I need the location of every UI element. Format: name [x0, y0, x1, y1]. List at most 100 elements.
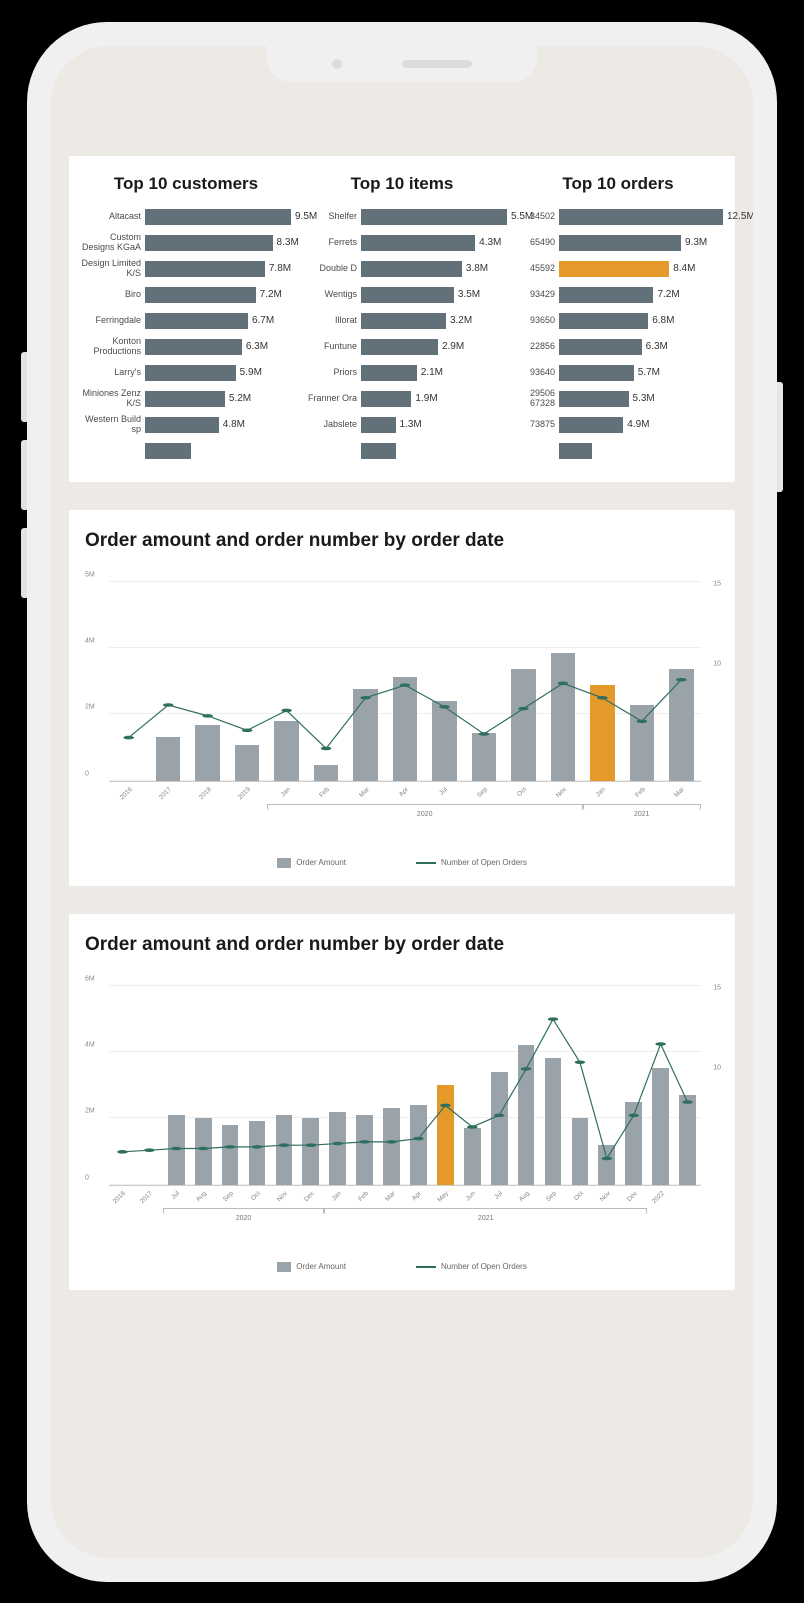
top10-customers-chart[interactable]: Top 10 customers Altacast9.5MCustom Desi…: [81, 174, 291, 464]
bar-label: Franner Ora: [297, 394, 357, 403]
x-tick: 2018: [197, 786, 212, 801]
bar-track: [559, 443, 723, 459]
bar: [145, 391, 225, 407]
bar-value: 8.4M: [669, 261, 695, 277]
bar-row[interactable]: 93650 6.8M: [513, 308, 723, 334]
bar-row[interactable]: Design Limited K/S7.8M: [81, 256, 291, 282]
bar-row[interactable]: Konton Productions6.3M: [81, 334, 291, 360]
bar-value: 5.3M: [629, 391, 655, 407]
combo-chart-1[interactable]: Order amount and order number by order d…: [69, 510, 735, 886]
x-group: [583, 804, 701, 810]
dashboard-content: Top 10 customers Altacast9.5MCustom Desi…: [51, 156, 753, 1518]
bar: [559, 365, 634, 381]
bar-row[interactable]: Priors2.1M: [297, 360, 507, 386]
bar-row[interactable]: 936405.7M: [513, 360, 723, 386]
x-group: [267, 804, 583, 810]
bar-row[interactable]: Illorat 3.2M: [297, 308, 507, 334]
y-tick: 2M: [85, 1108, 95, 1115]
top10-orders-chart[interactable]: Top 10 orders 3450212.5M654909.3M455928.…: [513, 174, 723, 464]
chart-legend: Order Amount Number of Open Orders: [81, 1262, 723, 1272]
bar-label: Funtune: [297, 342, 357, 351]
bar-track: 3.8M: [361, 261, 507, 277]
bar-track: 1.9M: [361, 391, 507, 407]
legend-swatch-bar: [277, 1262, 291, 1272]
bar-row[interactable]: 934297.2M: [513, 282, 723, 308]
bar-row[interactable]: Franner Ora 1.9M: [297, 386, 507, 412]
y-tick: 5M: [85, 571, 95, 578]
bar-row[interactable]: 228566.3M: [513, 334, 723, 360]
bar-label: 65490: [513, 238, 555, 247]
legend-swatch-bar: [277, 858, 291, 868]
bar-row[interactable]: [297, 438, 507, 464]
bar: [361, 235, 475, 251]
bar-label: Custom Designs KGaA: [81, 233, 141, 252]
bar-row[interactable]: [81, 438, 291, 464]
bar-row[interactable]: Miniones Zenz K/S5.2M: [81, 386, 291, 412]
bar-row[interactable]: 738754.9M: [513, 412, 723, 438]
x-tick: Mar: [358, 786, 371, 799]
bar-row[interactable]: Double D3.8M: [297, 256, 507, 282]
x-tick: 2017: [139, 1190, 154, 1205]
x-tick: Aug: [195, 1190, 208, 1203]
bar-track: 1.3M: [361, 417, 507, 433]
x-tick: Jan: [279, 786, 291, 798]
bar-row[interactable]: Biro7.2M: [81, 282, 291, 308]
combo-chart-2[interactable]: Order amount and order number by order d…: [69, 914, 735, 1290]
bar-row[interactable]: Custom Designs KGaA8.3M: [81, 230, 291, 256]
bar-track: 6.3M: [559, 339, 723, 355]
bar-track: 7.8M: [145, 261, 291, 277]
y-tick: 2M: [85, 704, 95, 711]
x-tick: Feb: [634, 786, 647, 799]
bar-track: 8.4M: [559, 261, 723, 277]
bar-row[interactable]: Shelfer5.5M: [297, 204, 507, 230]
bar-label: Illorat: [297, 316, 357, 325]
bar-row[interactable]: Altacast 9.5M: [81, 204, 291, 230]
x-tick: May: [437, 1190, 451, 1204]
bar-row[interactable]: 65490 9.3M: [513, 230, 723, 256]
bar-row[interactable]: Ferrets4.3M: [297, 230, 507, 256]
bar: [145, 365, 236, 381]
bar: [145, 209, 291, 225]
bar-row[interactable]: Ferringdale6.7M: [81, 308, 291, 334]
bar-value: 4.8M: [219, 417, 245, 433]
bar: [361, 443, 396, 459]
x-tick: Oct: [516, 786, 528, 798]
x-tick: Dec: [626, 1190, 639, 1203]
bar-row[interactable]: 455928.4M: [513, 256, 723, 282]
bar-row[interactable]: [513, 438, 723, 464]
phone-frame: Top 10 customers Altacast9.5MCustom Desi…: [27, 22, 777, 1582]
bar-row[interactable]: 3450212.5M: [513, 204, 723, 230]
bar-value: 6.8M: [648, 313, 674, 329]
bar-row[interactable]: Jabslete1.3M: [297, 412, 507, 438]
bar-label: Altacast: [81, 212, 141, 221]
top10-items-chart[interactable]: Top 10 items Shelfer5.5MFerrets4.3MDoubl…: [297, 174, 507, 464]
bar-value: 3.2M: [446, 313, 472, 329]
bar: [145, 261, 265, 277]
bar-row[interactable]: Western Build sp4.8M: [81, 412, 291, 438]
bar-value: 1.9M: [411, 391, 437, 407]
bar-label: 93650: [513, 316, 555, 325]
x-tick: Nov: [555, 786, 568, 799]
bar-track: 12.5M: [559, 209, 723, 225]
bar-value: 7.2M: [653, 287, 679, 303]
bar-value: 5.5M: [507, 209, 533, 225]
x-tick: Nov: [276, 1190, 289, 1203]
bar-track: 5.3M: [559, 391, 723, 407]
bar: [559, 417, 623, 433]
bar-value: 7.8M: [265, 261, 291, 277]
bar: [559, 261, 669, 277]
line-series: [109, 582, 701, 781]
bar-label: Miniones Zenz K/S: [81, 389, 141, 408]
chart-title: Top 10 customers: [81, 174, 291, 194]
bar-value: 9.3M: [681, 235, 707, 251]
bar-row[interactable]: Wentigs3.5M: [297, 282, 507, 308]
x-tick: Nov: [599, 1190, 612, 1203]
bar-row[interactable]: 29506 673285.3M: [513, 386, 723, 412]
bar-value: 3.8M: [462, 261, 488, 277]
bar-row[interactable]: Larry's5.9M: [81, 360, 291, 386]
y2-tick: 15: [713, 581, 721, 588]
bar-track: 9.5M: [145, 209, 291, 225]
legend-label: Order Amount: [296, 1262, 346, 1271]
x-tick: Mar: [673, 786, 686, 799]
bar-row[interactable]: Funtune2.9M: [297, 334, 507, 360]
